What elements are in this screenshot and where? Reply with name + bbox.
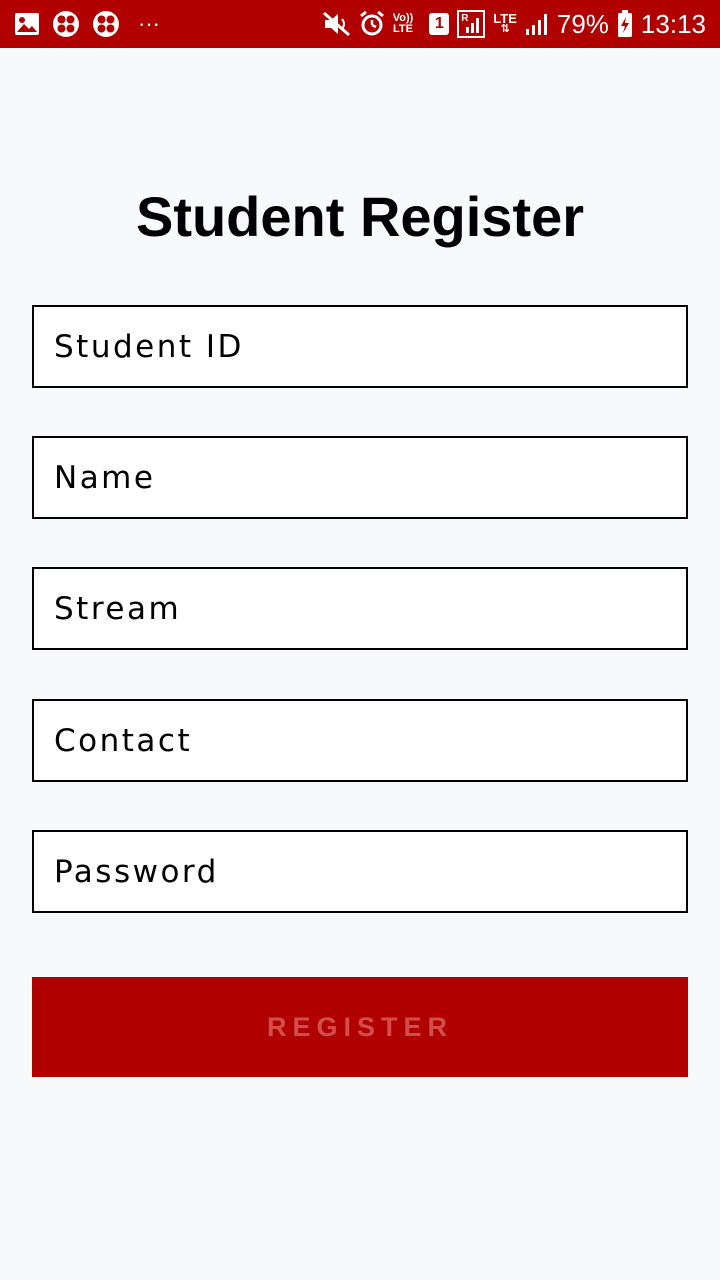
status-left-group: ···	[14, 10, 160, 38]
page-title: Student Register	[135, 185, 585, 248]
status-bar: ··· Vo)) LTE 1 R LTE ⇅ 79% 13:13	[0, 0, 720, 48]
app-icon	[92, 10, 120, 38]
sim-badge-icon: 1	[429, 13, 450, 35]
roaming-signal-icon: R	[457, 10, 486, 38]
battery-percent: 79%	[556, 8, 609, 39]
student-id-input[interactable]	[32, 305, 688, 388]
more-dots-icon: ···	[138, 11, 160, 36]
name-input[interactable]	[32, 436, 688, 519]
volte-icon: Vo)) LTE	[392, 12, 414, 35]
signal-strength-icon	[525, 12, 549, 36]
image-icon	[14, 12, 40, 36]
data-arrows-icon: ⇅	[500, 23, 510, 35]
alarm-icon	[359, 11, 385, 37]
app-icon	[52, 10, 80, 38]
contact-input[interactable]	[32, 699, 688, 782]
password-input[interactable]	[32, 830, 688, 913]
status-right-group: Vo)) LTE 1 R LTE ⇅ 79% 13:13	[322, 8, 706, 40]
register-button[interactable]: REGISTER	[32, 977, 688, 1077]
mute-icon	[322, 11, 351, 37]
lte-data-icon: LTE ⇅	[493, 11, 517, 35]
clock: 13:13	[640, 8, 706, 39]
stream-input[interactable]	[32, 567, 688, 650]
battery-charging-icon	[617, 10, 633, 38]
